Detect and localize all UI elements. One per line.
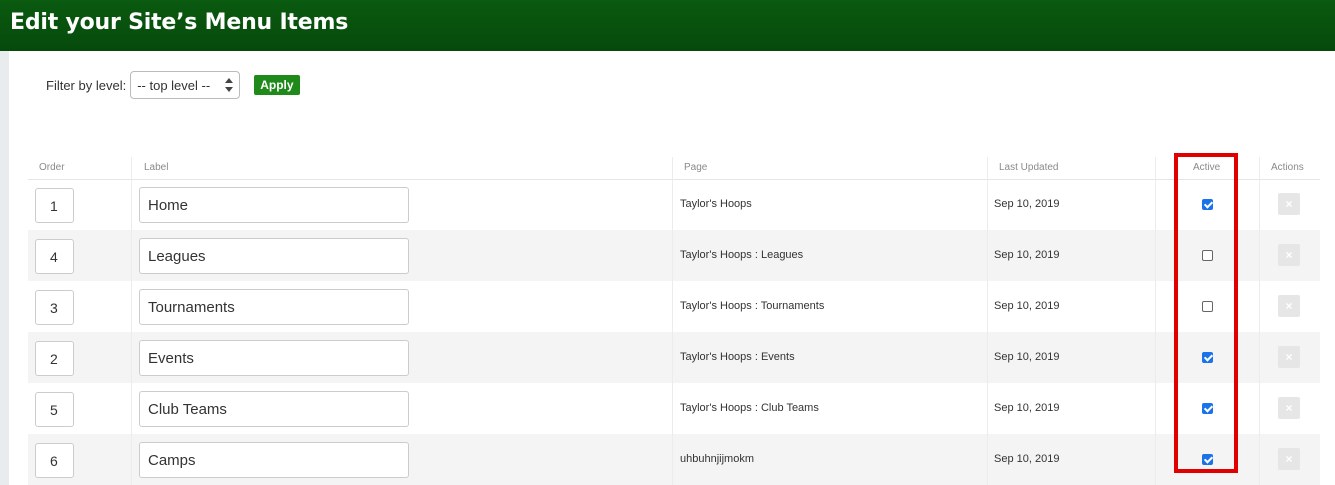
column-divider [131, 157, 132, 485]
label-input[interactable]: Events [139, 340, 409, 376]
delete-icon[interactable]: × [1278, 346, 1300, 368]
column-divider [1259, 157, 1260, 485]
column-header-last-updated[interactable]: Last Updated [999, 162, 1059, 173]
last-updated-date: Sep 10, 2019 [994, 351, 1060, 363]
active-column-highlight [1174, 153, 1238, 473]
apply-button[interactable]: Apply [254, 75, 300, 95]
delete-icon[interactable]: × [1278, 448, 1300, 470]
page-header: Edit your Site’s Menu Items [0, 0, 1335, 51]
table-header: Order Label Page Last Updated Active Act… [28, 157, 1320, 180]
column-divider [987, 157, 988, 485]
table-row: 1 Home Taylor's Hoops Sep 10, 2019 × [28, 179, 1320, 230]
page-name: Taylor's Hoops : Leagues [680, 249, 804, 261]
level-select[interactable]: -- top level -- [130, 71, 241, 99]
last-updated-date: Sep 10, 2019 [994, 249, 1060, 261]
label-input[interactable]: Camps [139, 442, 409, 478]
column-header-order[interactable]: Order [39, 162, 65, 173]
last-updated-date: Sep 10, 2019 [994, 198, 1060, 210]
last-updated-date: Sep 10, 2019 [994, 300, 1060, 312]
column-header-label[interactable]: Label [144, 162, 168, 173]
column-header-actions: Actions [1271, 162, 1304, 173]
table-row: 4 Leagues Taylor's Hoops : Leagues Sep 10, … [28, 230, 1320, 281]
last-updated-date: Sep 10, 2019 [994, 402, 1060, 414]
order-input[interactable]: 4 [35, 239, 74, 274]
column-divider [672, 157, 673, 485]
page-name: Taylor's Hoops : Club Teams [680, 402, 819, 414]
page-name: Taylor's Hoops : Events [680, 351, 795, 363]
last-updated-date: Sep 10, 2019 [994, 453, 1060, 465]
table-row: 6 Camps uhbuhnjijmokm Sep 10, 2019 × [28, 434, 1320, 485]
delete-icon[interactable]: × [1278, 193, 1300, 215]
filter-label: Filter by level: [46, 77, 127, 93]
left-sidebar-strip [0, 51, 9, 485]
order-input[interactable]: 6 [35, 443, 74, 478]
page-title: Edit your Site’s Menu Items [10, 10, 349, 35]
select-arrows-icon [225, 78, 234, 92]
table-row: 3 Tournaments Taylor's Hoops : Tournaments… [28, 281, 1320, 332]
table-row: 2 Events Taylor's Hoops : Events Sep 10, 20… [28, 332, 1320, 383]
delete-icon[interactable]: × [1278, 397, 1300, 419]
order-input[interactable]: 2 [35, 341, 74, 376]
label-input[interactable]: Leagues [139, 238, 409, 274]
page-name: uhbuhnjijmokm [680, 453, 754, 465]
level-select-value: -- top level -- [137, 77, 211, 93]
column-header-page[interactable]: Page [684, 162, 707, 173]
label-input[interactable]: Home [139, 187, 409, 223]
label-input[interactable]: Tournaments [139, 289, 409, 325]
table-row: 5 Club Teams Taylor's Hoops : Club Teams Se… [28, 383, 1320, 434]
order-input[interactable]: 3 [35, 290, 74, 325]
delete-icon[interactable]: × [1278, 295, 1300, 317]
order-input[interactable]: 1 [35, 188, 74, 223]
column-divider [1155, 157, 1156, 485]
delete-icon[interactable]: × [1278, 244, 1300, 266]
label-input[interactable]: Club Teams [139, 391, 409, 427]
page-name: Taylor's Hoops [680, 198, 752, 210]
filter-bar: Filter by level: -- top level -- Apply [46, 71, 300, 99]
order-input[interactable]: 5 [35, 392, 74, 427]
page-name: Taylor's Hoops : Tournaments [680, 300, 825, 312]
